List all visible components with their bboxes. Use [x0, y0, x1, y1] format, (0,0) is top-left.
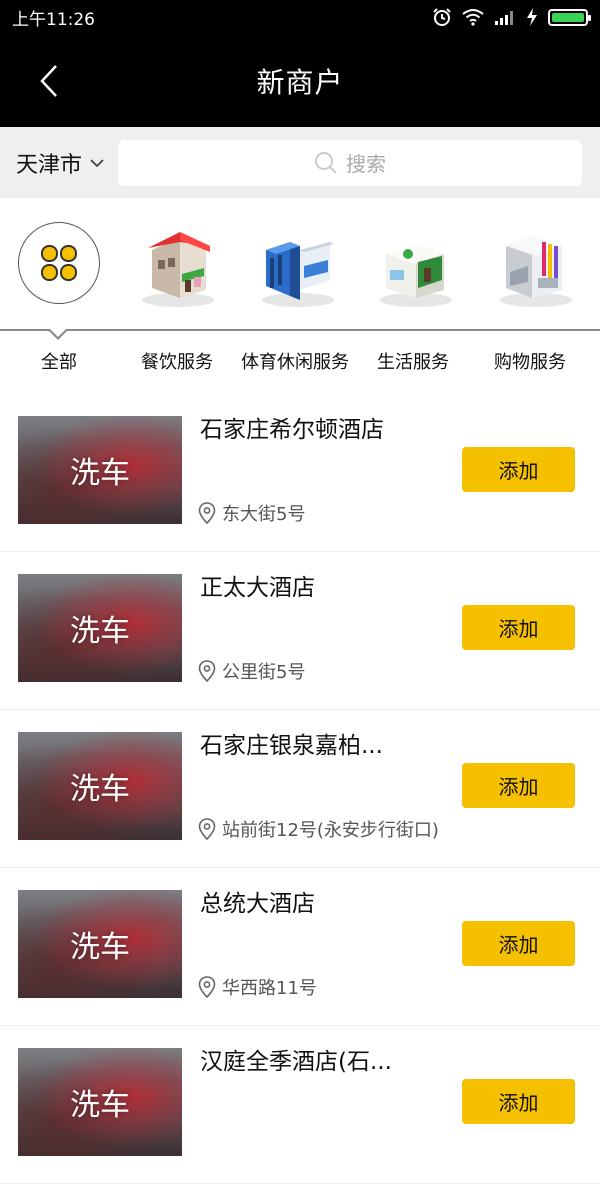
merchant-address: 东大街5号: [198, 500, 305, 526]
tab-restaurant[interactable]: 餐饮服务: [141, 348, 213, 374]
search-placeholder: 搜索: [346, 152, 386, 176]
merchant-name: 总统大酒店: [200, 891, 315, 917]
address-text: 华西路11号: [222, 978, 317, 999]
list-item[interactable]: 洗车 石家庄希尔顿酒店 东大街5号 添加: [0, 394, 600, 552]
thumbnail-label: 洗车: [70, 772, 130, 807]
tab-all[interactable]: 全部: [41, 348, 77, 374]
category-life-service-button[interactable]: [372, 220, 462, 310]
city-label: 天津市: [16, 152, 83, 178]
list-item[interactable]: 洗车 汉庭全季酒店(石... 添加: [0, 1026, 600, 1184]
add-button[interactable]: 添加: [462, 605, 575, 650]
address-text: 公里街5号: [222, 662, 306, 683]
app-header: 新商户: [0, 34, 600, 127]
merchant-name: 汉庭全季酒店(石...: [200, 1049, 392, 1075]
thumbnail-label: 洗车: [70, 456, 130, 491]
tab-shopping[interactable]: 购物服务: [494, 348, 566, 374]
merchant-name: 石家庄希尔顿酒店: [200, 417, 384, 443]
list-item[interactable]: 洗车 正太大酒店 公里街5号 添加: [0, 552, 600, 710]
status-time: 上午11:26: [12, 9, 95, 30]
location-pin-icon: [198, 502, 216, 524]
chevron-down-icon: [90, 158, 104, 167]
merchant-thumbnail: 洗车: [18, 732, 182, 840]
merchant-thumbnail: 洗车: [18, 416, 182, 524]
category-shopping-button[interactable]: [492, 220, 582, 310]
tab-sports[interactable]: 体育休闲服务: [241, 348, 349, 374]
category-bar: 全部 餐饮服务 体育休闲服务 生活服务 购物服务: [0, 198, 600, 384]
page-title: 新商户: [256, 65, 344, 99]
charging-icon: [527, 8, 537, 26]
life-service-building-icon: [380, 244, 452, 307]
category-sports-button[interactable]: [254, 220, 344, 310]
category-divider: [0, 329, 600, 331]
search-bar: 天津市 搜索: [0, 127, 600, 198]
restaurant-building-icon: [142, 232, 214, 307]
merchant-thumbnail: 洗车: [18, 574, 182, 682]
merchant-address: 华西路11号: [198, 974, 317, 1000]
thumbnail-label: 洗车: [70, 614, 130, 649]
category-all-button[interactable]: [18, 222, 100, 304]
list-item[interactable]: 洗车 总统大酒店 华西路11号 添加: [0, 868, 600, 1026]
thumbnail-label: 洗车: [70, 930, 130, 965]
merchant-list: 洗车 石家庄希尔顿酒店 东大街5号 添加 洗车 正太大酒店 公里街5号 添加 洗…: [0, 394, 600, 1184]
clover-icon: [41, 245, 77, 281]
list-item[interactable]: 洗车 石家庄银泉嘉柏... 站前街12号(永安步行街口) 添加: [0, 710, 600, 868]
status-bar: 上午11:26: [0, 0, 600, 34]
battery-icon: [548, 8, 591, 26]
location-pin-icon: [198, 976, 216, 998]
add-button[interactable]: 添加: [462, 921, 575, 966]
merchant-thumbnail: 洗车: [18, 890, 182, 998]
wifi-icon: [462, 9, 484, 26]
category-icons: [0, 220, 600, 310]
merchant-address: 公里街5号: [198, 658, 305, 684]
signal-icon: [495, 11, 513, 25]
category-indicator-inner: [50, 329, 66, 337]
add-button[interactable]: 添加: [462, 447, 575, 492]
status-icons: [432, 7, 591, 27]
location-pin-icon: [198, 660, 216, 682]
thumbnail-label: 洗车: [70, 1088, 130, 1123]
category-labels: 全部 餐饮服务 体育休闲服务 生活服务 购物服务: [0, 348, 600, 378]
address-text: 东大街5号: [222, 504, 306, 525]
alarm-icon: [433, 8, 451, 26]
merchant-name: 正太大酒店: [200, 575, 315, 601]
tab-life-service[interactable]: 生活服务: [377, 348, 449, 374]
shopping-building-icon: [500, 236, 572, 307]
merchant-thumbnail: 洗车: [18, 1048, 182, 1156]
merchant-name: 石家庄银泉嘉柏...: [200, 733, 383, 759]
city-selector[interactable]: 天津市: [0, 147, 118, 179]
chevron-left-icon: [40, 65, 57, 97]
address-text: 站前街12号(永安步行街口): [222, 820, 439, 841]
sports-building-icon: [262, 242, 334, 307]
location-pin-icon: [198, 818, 216, 840]
search-input[interactable]: 搜索: [118, 139, 582, 186]
search-icon: [315, 151, 337, 174]
merchant-address: 站前街12号(永安步行街口): [198, 816, 439, 842]
add-button[interactable]: 添加: [462, 1079, 575, 1124]
back-button[interactable]: [34, 64, 64, 98]
category-restaurant-button[interactable]: [134, 220, 224, 310]
add-button[interactable]: 添加: [462, 763, 575, 808]
